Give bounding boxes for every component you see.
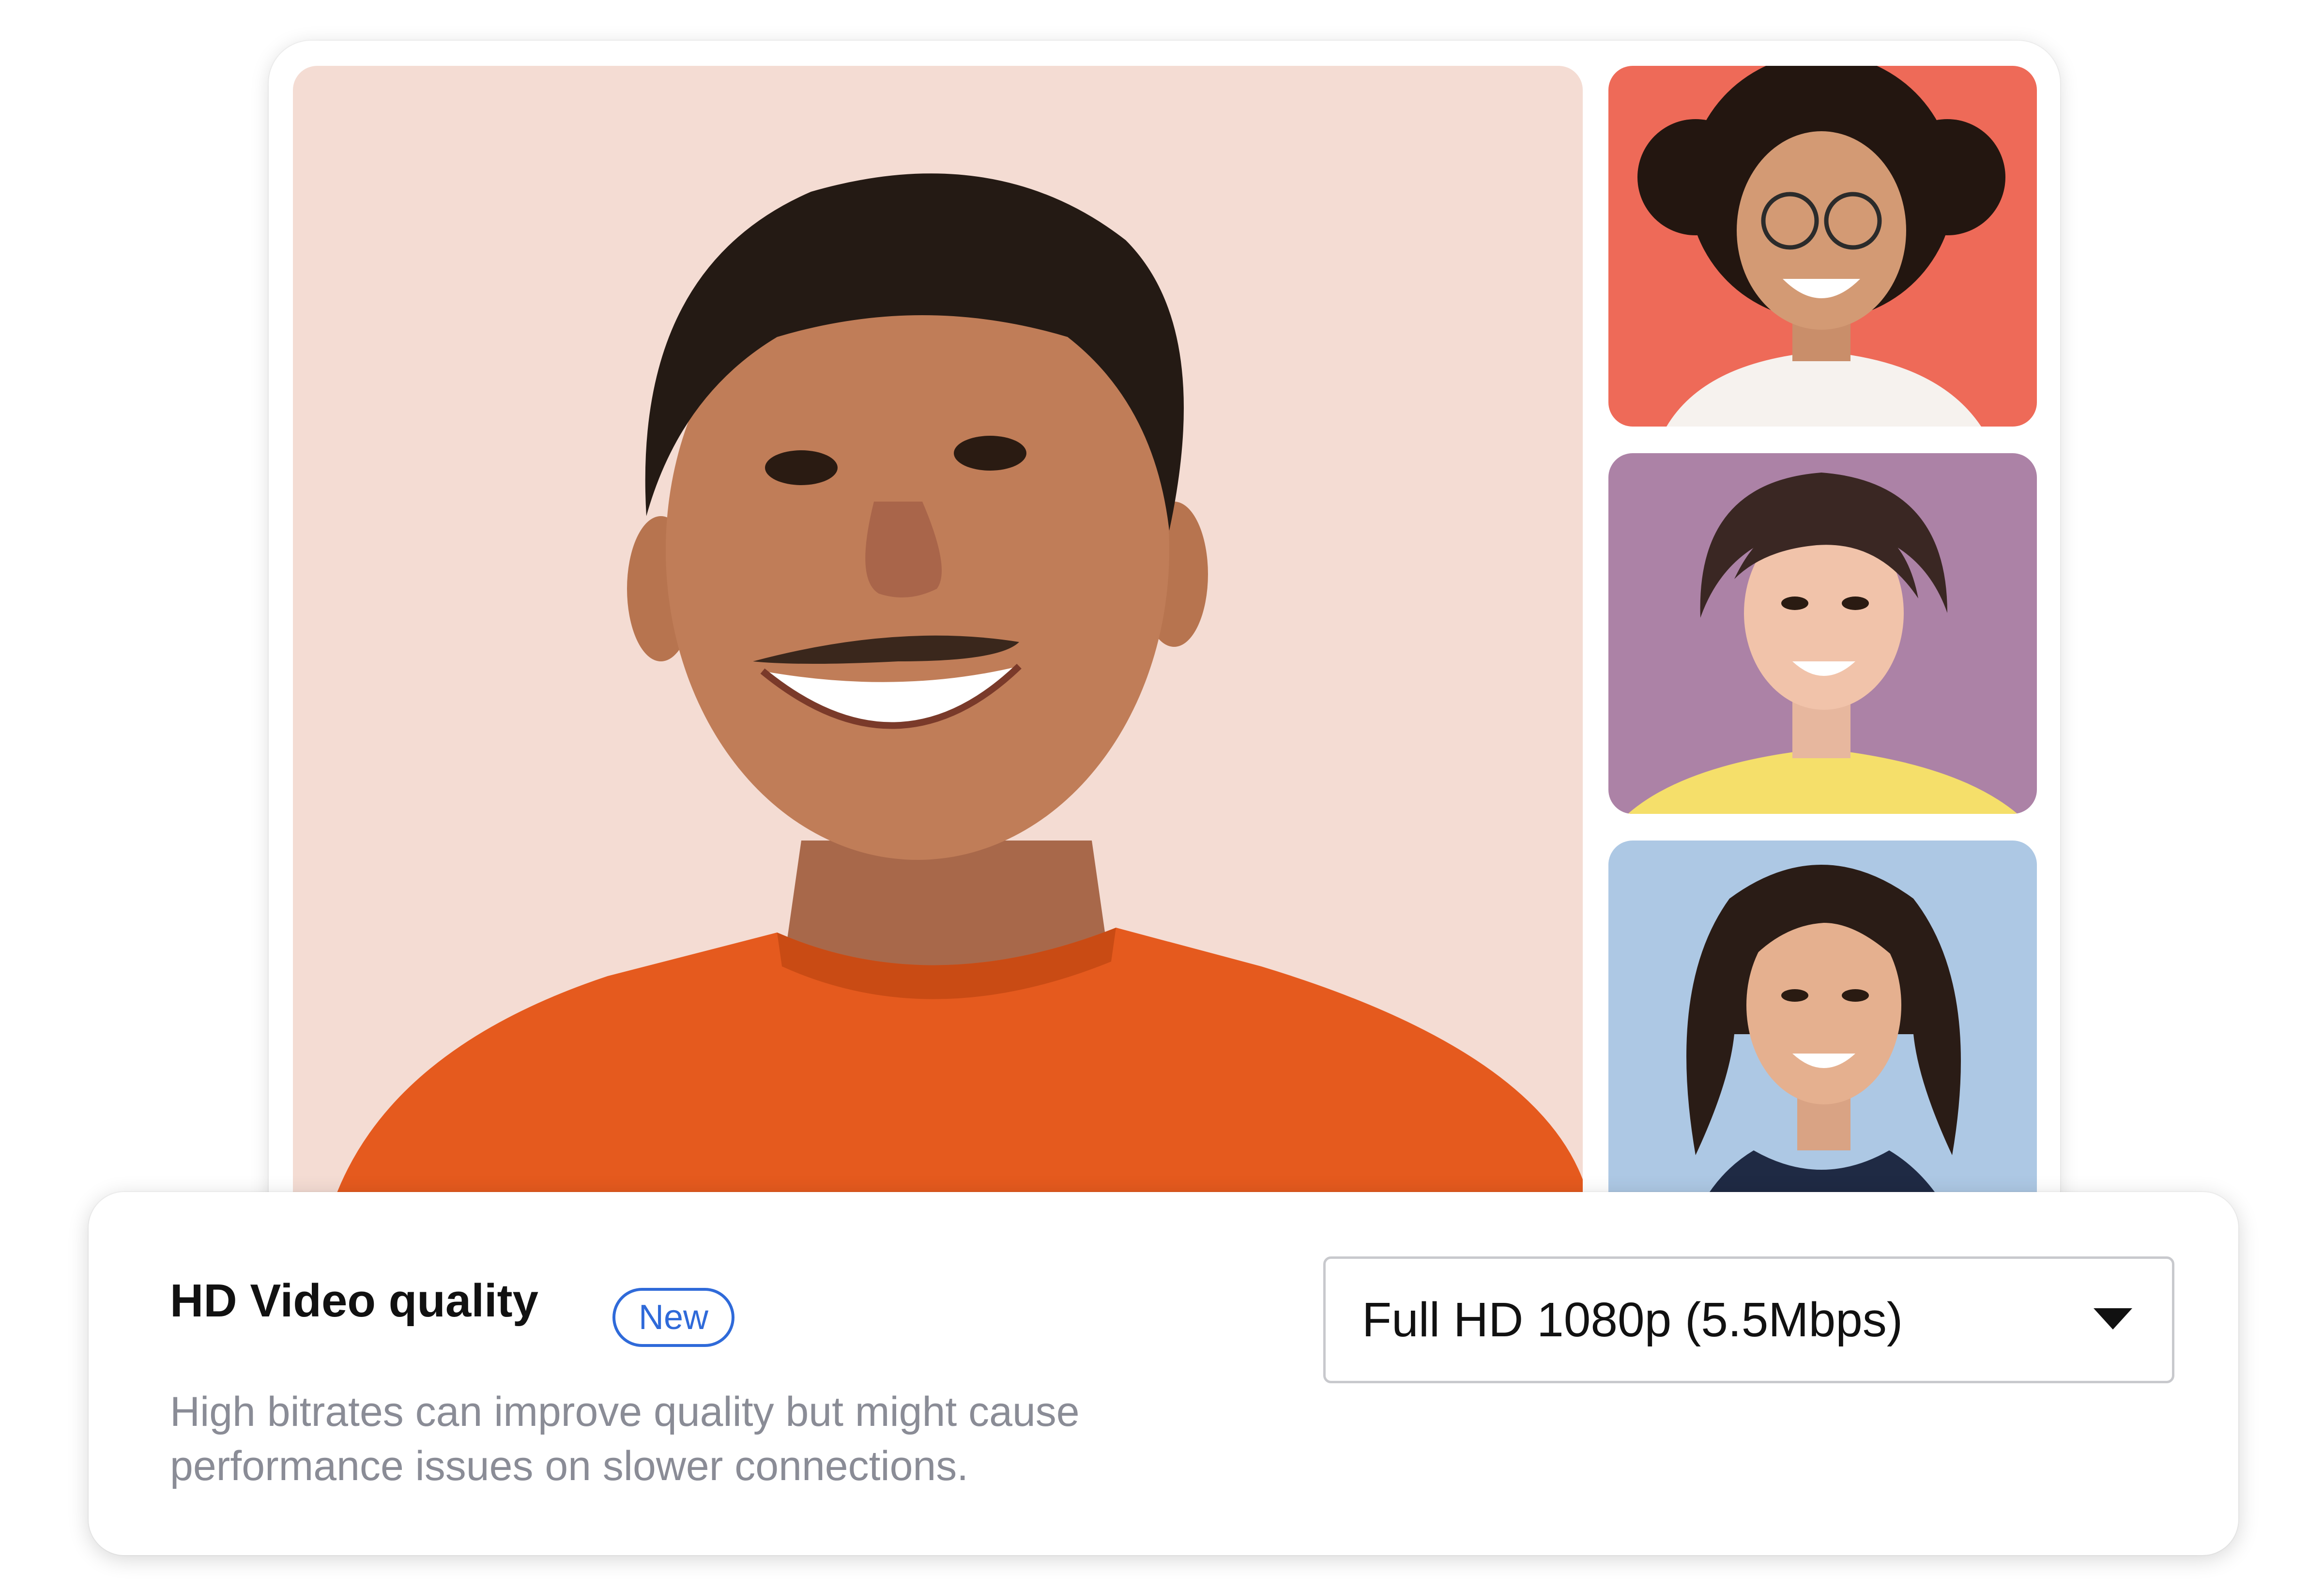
hd-video-quality-settings-card: HD Video quality New High bitrates can i…	[89, 1192, 2238, 1555]
video-call-window	[269, 41, 2060, 1241]
participant-avatar	[1686, 865, 1962, 1241]
participant-avatar	[1628, 473, 2018, 814]
new-badge: New	[612, 1288, 735, 1347]
chevron-down-icon[interactable]	[2094, 1308, 2132, 1330]
participant-video-tile[interactable]	[1608, 66, 2037, 427]
video-quality-select[interactable]: Full HD 1080p (5.5Mbps)	[1323, 1256, 2174, 1383]
video-quality-select-value: Full HD 1080p (5.5Mbps)	[1362, 1293, 1903, 1347]
participant-video-tile[interactable]	[1608, 841, 2037, 1241]
participant-avatar	[1637, 66, 2005, 427]
main-speaker-avatar	[322, 173, 1583, 1241]
participant-video-tile[interactable]	[1608, 453, 2037, 814]
main-speaker-video-tile[interactable]	[293, 66, 1583, 1241]
setting-title: HD Video quality	[170, 1275, 539, 1327]
setting-description: High bitrates can improve quality but mi…	[170, 1389, 1080, 1489]
